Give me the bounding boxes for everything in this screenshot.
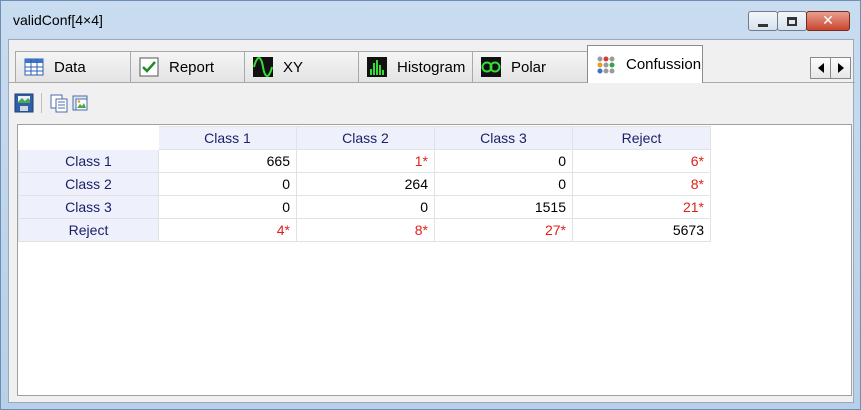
matrix-cell[interactable]: 264 [296, 172, 435, 196]
matrix-cell[interactable]: 6* [572, 149, 711, 173]
tab-scroll-right-button[interactable] [830, 57, 851, 79]
tab-report[interactable]: Report [130, 51, 246, 82]
tab-strip: Data Report XY Histogram Polar Confussio… [9, 44, 855, 83]
matrix-cell[interactable]: 1* [296, 149, 435, 173]
matrix-cell[interactable]: 0 [296, 195, 435, 219]
matrix-cell[interactable]: 1515 [434, 195, 573, 219]
table-row: Reject 4* 8* 27* 5673 [18, 218, 711, 242]
header-row: Class 1 Class 2 Class 3 Reject [18, 126, 711, 150]
minimize-button[interactable] [748, 11, 778, 31]
checkmark-icon [139, 57, 159, 77]
tab-histogram[interactable]: Histogram [358, 51, 474, 82]
tab-label: Confussion [626, 56, 702, 73]
toolbar-separator [41, 93, 42, 113]
matrix-cell[interactable]: 27* [434, 218, 573, 242]
minimize-icon [758, 23, 768, 27]
tab-label: XY [283, 58, 304, 76]
arrow-left-icon [817, 63, 824, 73]
matrix-cell[interactable]: 0 [158, 195, 297, 219]
row-header[interactable]: Class 3 [18, 195, 159, 219]
confusion-matrix-grid: Class 1 Class 2 Class 3 Reject Class 1 66… [17, 124, 852, 396]
copy-icon [50, 94, 68, 113]
tab-label: Data [54, 58, 86, 76]
tab-scroll-buttons [810, 57, 851, 79]
tab-confussion[interactable]: Confussion [587, 45, 703, 83]
toolbar [13, 92, 92, 114]
table-row: Class 2 0 264 0 8* [18, 172, 711, 196]
matrix-cell[interactable]: 0 [158, 172, 297, 196]
matrix-cell[interactable]: 0 [434, 149, 573, 173]
histogram-icon [367, 57, 387, 77]
save-image-icon [14, 93, 34, 113]
tab-label: Histogram [397, 58, 466, 76]
matrix-cell[interactable]: 8* [572, 172, 711, 196]
export-image-icon [72, 95, 88, 111]
column-header[interactable]: Reject [572, 126, 711, 150]
client-area: Data Report XY Histogram Polar Confussio… [8, 39, 855, 403]
confusion-matrix-table: Class 1 Class 2 Class 3 Reject Class 1 66… [18, 126, 711, 242]
title-bar[interactable]: validConf[4×4] ✕ [1, 1, 860, 39]
maximize-icon [787, 16, 797, 26]
tab-data[interactable]: Data [15, 51, 132, 82]
app-window: validConf[4×4] ✕ Data Report XY Histogra… [0, 0, 861, 410]
arrow-right-icon [837, 63, 844, 73]
matrix-cell[interactable]: 21* [572, 195, 711, 219]
column-header[interactable]: Class 3 [434, 126, 573, 150]
tab-baseline [9, 82, 855, 83]
tab-label: Polar [511, 58, 547, 76]
tab-polar[interactable]: Polar [472, 51, 588, 82]
matrix-cell[interactable]: 665 [158, 149, 297, 173]
matrix-cell[interactable]: 8* [296, 218, 435, 242]
matrix-cell[interactable]: 4* [158, 218, 297, 242]
corner-cell [18, 126, 159, 150]
matrix-body: Class 1 665 1* 0 6* Class 2 0 264 0 8* Class 3 0 0 15… [18, 149, 711, 242]
polar-icon [481, 57, 501, 77]
xy-wave-icon [253, 57, 273, 77]
column-header[interactable]: Class 2 [296, 126, 435, 150]
column-header[interactable]: Class 1 [158, 126, 297, 150]
row-header[interactable]: Reject [18, 218, 159, 242]
data-grid-icon [24, 57, 44, 77]
caption-buttons: ✕ [748, 11, 850, 31]
tab-scroll-left-button[interactable] [810, 57, 831, 79]
save-image-button[interactable] [13, 92, 35, 114]
maximize-button[interactable] [777, 11, 807, 31]
dots-matrix-icon [596, 55, 616, 75]
close-button[interactable]: ✕ [806, 11, 850, 31]
close-icon: ✕ [822, 13, 834, 29]
matrix-cell[interactable]: 5673 [572, 218, 711, 242]
export-image-button[interactable] [70, 92, 92, 114]
table-row: Class 1 665 1* 0 6* [18, 149, 711, 173]
matrix-cell[interactable]: 0 [434, 172, 573, 196]
tab-label: Report [169, 58, 215, 76]
copy-button[interactable] [48, 92, 70, 114]
window-title: validConf[4×4] [13, 12, 103, 28]
tab-xy[interactable]: XY [244, 51, 360, 82]
row-header[interactable]: Class 1 [18, 149, 159, 173]
row-header[interactable]: Class 2 [18, 172, 159, 196]
table-row: Class 3 0 0 1515 21* [18, 195, 711, 219]
